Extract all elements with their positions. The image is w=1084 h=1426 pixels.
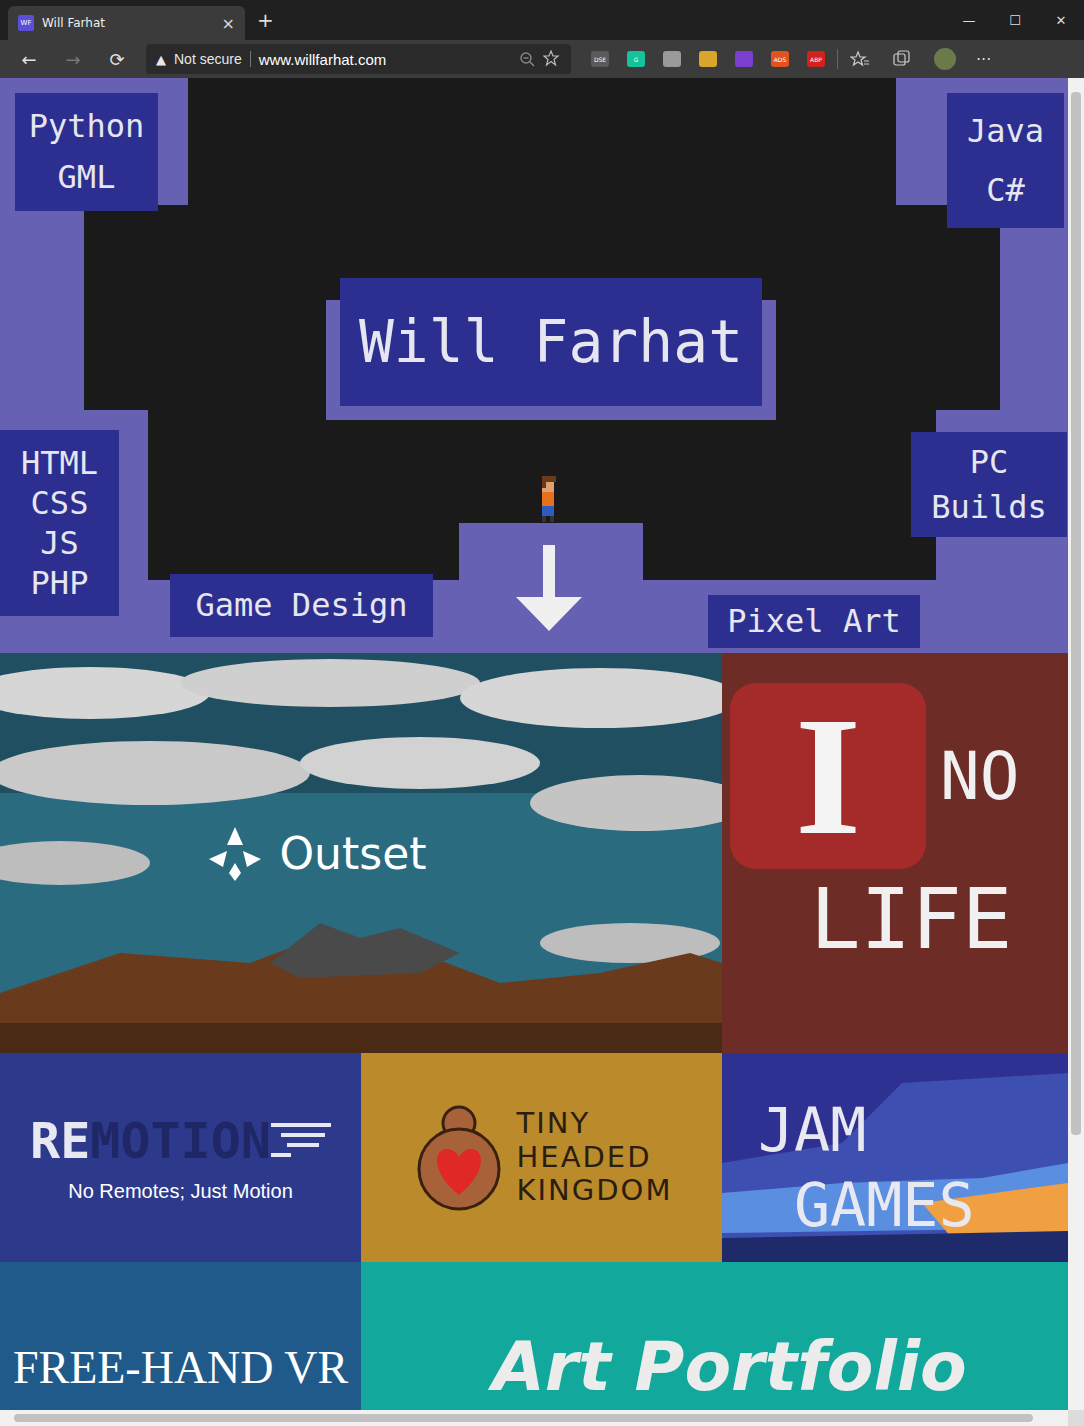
no-life-tile[interactable]: INOLIFE (722, 653, 1068, 1053)
no-life-badge: I (730, 683, 926, 869)
tab-title: Will Farhat (42, 16, 214, 30)
favorites-icon[interactable] (850, 50, 870, 68)
motion-lines-icon (271, 1121, 331, 1161)
skill-label: PythonGML (15, 93, 158, 211)
toolbar: ← → ⟳ ▲ Not secure www.willfarhat.com DSE G ADS A… (0, 40, 1084, 78)
vertical-scrollbar[interactable] (1068, 78, 1084, 1410)
extensions: DSE G ADS ABP (591, 51, 825, 67)
window-control-button[interactable]: — (946, 13, 992, 28)
extension-icon[interactable]: ADS (771, 51, 789, 67)
browser-window: WF Will Farhat × + —☐✕ ← → ⟳ ▲ Not secure www.will… (0, 0, 1084, 1426)
security-label[interactable]: Not secure (174, 51, 242, 67)
tiny-headed-kingdom-tile[interactable]: TINYHEADEDKINGDOM (361, 1053, 722, 1262)
url-text[interactable]: www.willfarhat.com (259, 51, 511, 68)
tab-bar: WF Will Farhat × + —☐✕ (0, 0, 1084, 40)
outset-title: Outset (279, 828, 426, 879)
site-title: Will Farhat (340, 278, 762, 406)
scroll-down-arrow-icon[interactable] (516, 545, 582, 633)
jam-games-tile[interactable]: JAMGAMES (722, 1053, 1068, 1262)
back-button[interactable]: ← (10, 49, 48, 70)
extension-icon[interactable]: ABP (807, 51, 825, 67)
project-grid: Outset INOLIFE REMOTIONNo Remotes; Just Mo… (0, 653, 1068, 1410)
skill-label: Game Design (170, 574, 433, 637)
extension-icon[interactable]: DSE (591, 51, 609, 67)
skill-label: Pixel Art (708, 595, 920, 648)
extension-icon[interactable]: G (627, 51, 645, 67)
web-page: Will Farhat PythonGML JavaC# HTMLCSSJSPHP PC… (0, 78, 1068, 1410)
zoom-icon[interactable] (519, 51, 535, 67)
forward-button[interactable]: → (54, 49, 92, 70)
address-bar[interactable]: ▲ Not secure www.willfarhat.com (146, 44, 571, 74)
window-control-button[interactable]: ✕ (1038, 13, 1084, 28)
skill-label: PCBuilds (911, 432, 1067, 537)
extension-icon[interactable] (735, 51, 753, 67)
close-tab-button[interactable]: × (222, 14, 235, 33)
free-hand-vr-tile[interactable]: FREE-HAND VR (0, 1262, 361, 1410)
extension-icon[interactable] (663, 51, 681, 67)
skill-label: JavaC# (947, 93, 1064, 228)
horizontal-scrollbar[interactable] (0, 1410, 1068, 1426)
outset-tile[interactable]: Outset (0, 653, 722, 1053)
extension-icon[interactable] (699, 51, 717, 67)
warning-icon: ▲ (156, 52, 166, 67)
favicon-icon: WF (18, 15, 34, 31)
browser-tab[interactable]: WF Will Farhat × (8, 6, 245, 40)
profile-avatar-icon[interactable] (934, 48, 956, 70)
more-menu-button[interactable]: ··· (976, 50, 991, 69)
favorite-star-icon[interactable] (543, 50, 561, 68)
collections-icon[interactable] (892, 50, 912, 68)
window-control-button[interactable]: ☐ (992, 13, 1038, 28)
bear-heart-logo-icon (411, 1103, 507, 1213)
reload-button[interactable]: ⟳ (98, 49, 136, 70)
player-character-icon (538, 476, 558, 522)
page-viewport: Will Farhat PythonGML JavaC# HTMLCSSJSPHP PC… (0, 78, 1084, 1426)
art-portfolio-tile[interactable]: Art Portfolio (361, 1262, 1068, 1410)
hero-header: Will Farhat PythonGML JavaC# HTMLCSSJSPHP PC… (0, 78, 1068, 653)
skill-label: HTMLCSSJSPHP (0, 430, 119, 616)
new-tab-button[interactable]: + (257, 8, 274, 32)
remotion-tile[interactable]: REMOTIONNo Remotes; Just Motion (0, 1053, 361, 1262)
outset-logo-icon (205, 823, 265, 883)
